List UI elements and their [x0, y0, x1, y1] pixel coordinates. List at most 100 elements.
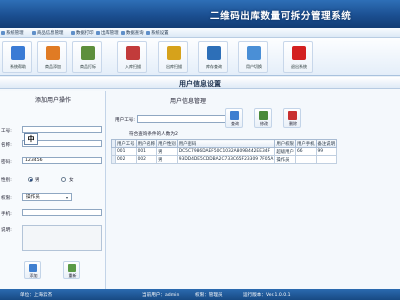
- search-user-no-input[interactable]: [137, 115, 227, 123]
- add-user-panel: 添加用户操作 工号: 名称: 中 密码: 性别: 男 女 权限: 操作员 ▾ 手…: [0, 91, 106, 289]
- app-title: 二维码出库数量可拆分管理系统: [210, 11, 352, 22]
- table-cell[interactable]: 操作员: [274, 155, 296, 164]
- table-row[interactable]: 001 001 男 DC5C7986DAEF50C1032A809B442EE3…: [111, 147, 338, 156]
- user-no-label: 工号:: [1, 129, 12, 134]
- label-print-icon: [81, 46, 95, 60]
- scan-out-icon: [167, 46, 181, 60]
- status-unit: 单位：上海云杰: [20, 293, 53, 298]
- status-user: 当前用户：admin: [142, 293, 180, 298]
- menu-outbound[interactable]: 出库管理: [96, 29, 119, 37]
- user-manage-panel: 用户信息管理 用户工号: 查询 修改 删除 符合查询条件的人数为2 用户工号 用…: [110, 91, 400, 289]
- exit-button[interactable]: 退出系统: [283, 41, 313, 73]
- password-label: 密码:: [1, 160, 12, 165]
- scan-out-button[interactable]: 出库扫描: [158, 41, 188, 73]
- menu-icon: [32, 31, 36, 35]
- search-user-no-label: 用户工号:: [115, 118, 135, 123]
- reset-button[interactable]: 重新: [63, 261, 80, 279]
- user-manage-title: 用户信息管理: [170, 98, 207, 105]
- note-label: 说明:: [1, 228, 12, 233]
- menu-icon: [146, 31, 150, 35]
- menu-settings[interactable]: 系统设置: [146, 29, 169, 37]
- menu-icon: [1, 31, 5, 35]
- scan-in-icon: [126, 46, 140, 60]
- table-cell[interactable]: 超级用户: [274, 147, 296, 156]
- note-textarea[interactable]: [22, 225, 102, 251]
- chevron-down-icon: ▾: [65, 195, 68, 200]
- reset-icon: [68, 264, 76, 272]
- table-cell[interactable]: [315, 155, 338, 164]
- gender-male-radio[interactable]: [28, 177, 33, 182]
- name-label: 名称:: [1, 143, 12, 148]
- status-version: 运行版本：Ver.1.0.0.1: [243, 293, 291, 298]
- table-cell[interactable]: 002: [135, 155, 158, 164]
- password-input[interactable]: [22, 157, 102, 164]
- col-header[interactable]: 备注说明: [315, 139, 338, 148]
- col-header[interactable]: 用户权限: [274, 139, 296, 148]
- table-cell[interactable]: 男: [156, 155, 178, 164]
- menu-icon: [96, 31, 100, 35]
- table-cell[interactable]: 001: [135, 147, 158, 156]
- table-header-row: 用户工号 用户名称 用户性别 用户密码 用户权限 用户手机 备注说明: [111, 139, 338, 148]
- gender-female-label: 女: [69, 178, 74, 183]
- result-count: 符合查询条件的人数为2: [129, 132, 178, 137]
- table-cell[interactable]: 男: [156, 147, 178, 156]
- phone-input[interactable]: [22, 209, 102, 216]
- table-cell[interactable]: 002: [115, 155, 137, 164]
- exit-icon: [292, 46, 306, 60]
- status-role: 权限：管理员: [195, 293, 223, 298]
- stock-query-icon: [207, 46, 221, 60]
- label-print-button[interactable]: 商品打标: [72, 41, 102, 73]
- main-header: 用户信息设置: [0, 77, 400, 89]
- role-select[interactable]: 操作员 ▾: [22, 193, 72, 201]
- table-cell[interactable]: 66: [294, 147, 317, 156]
- table-cell[interactable]: 93DD4DE5CDDBA2C733C65F23309 7F05A: [176, 155, 276, 164]
- edit-icon: [259, 111, 268, 120]
- col-header[interactable]: 用户性别: [156, 139, 178, 148]
- scan-in-button[interactable]: 入库扫描: [117, 41, 147, 73]
- menu-query[interactable]: 数据查询: [121, 29, 144, 37]
- menu-bar: 系统管理 商品信息管理 数据打印 出库管理 数据查询 系统设置: [0, 28, 400, 38]
- help-icon: [11, 46, 25, 60]
- table-cell[interactable]: 001: [115, 147, 137, 156]
- user-table: 用户工号 用户名称 用户性别 用户密码 用户权限 用户手机 备注说明 001 0…: [111, 139, 338, 164]
- role-label: 权限:: [1, 196, 12, 201]
- menu-icon: [71, 31, 75, 35]
- gender-female-radio[interactable]: [61, 177, 66, 182]
- phone-label: 手机:: [1, 212, 12, 217]
- page-title: 用户信息设置: [179, 80, 221, 88]
- product-add-icon: [46, 46, 60, 60]
- col-header[interactable]: 用户工号: [115, 139, 137, 148]
- stock-query-button[interactable]: 库存查询: [198, 41, 228, 73]
- col-header[interactable]: 用户手机: [294, 139, 317, 148]
- col-header[interactable]: 用户名称: [135, 139, 158, 148]
- query-button[interactable]: 查询: [225, 108, 243, 128]
- table-row[interactable]: 002 002 男 93DD4DE5CDDBA2C733C65F23309 7F…: [111, 155, 338, 164]
- menu-icon: [121, 31, 125, 35]
- gender-label: 性别:: [1, 178, 12, 183]
- add-icon: [29, 264, 37, 272]
- product-add-button[interactable]: 商品添加: [37, 41, 67, 73]
- gender-male-label: 男: [35, 178, 40, 183]
- user-switch-icon: [247, 46, 261, 60]
- toolbar: 系统帮助 商品添加 商品打标 入库扫描 出库扫描 库存查询 用户切换 退出系统: [0, 38, 400, 76]
- menu-system-manage[interactable]: 系统管理: [1, 29, 24, 37]
- col-header[interactable]: 用户密码: [176, 139, 276, 148]
- edit-button[interactable]: 修改: [254, 108, 272, 128]
- status-bar: 单位：上海云杰 当前用户：admin 权限：管理员 运行版本：Ver.1.0.0…: [0, 289, 400, 300]
- main-area: 用户信息设置 添加用户操作 工号: 名称: 中 密码: 性别: 男 女 权限: …: [0, 77, 400, 289]
- menu-product-manage[interactable]: 商品信息管理: [32, 29, 63, 37]
- add-user-title: 添加用户操作: [34, 97, 71, 104]
- add-button[interactable]: 添加: [24, 261, 41, 279]
- user-switch-button[interactable]: 用户切换: [238, 41, 268, 73]
- delete-button[interactable]: 删除: [283, 108, 301, 128]
- table-cell[interactable]: 99: [315, 147, 338, 156]
- ime-popup[interactable]: 中: [24, 133, 38, 145]
- delete-icon: [288, 111, 297, 120]
- table-cell[interactable]: [294, 155, 317, 164]
- help-button[interactable]: 系统帮助: [2, 41, 32, 73]
- table-cell[interactable]: DC5C7986DAEF50C1032A809B442EE34F: [176, 147, 276, 156]
- menu-print[interactable]: 数据打印: [71, 29, 94, 37]
- title-bar: 二维码出库数量可拆分管理系统: [0, 0, 400, 28]
- search-icon: [230, 111, 239, 120]
- user-no-input[interactable]: [22, 126, 102, 133]
